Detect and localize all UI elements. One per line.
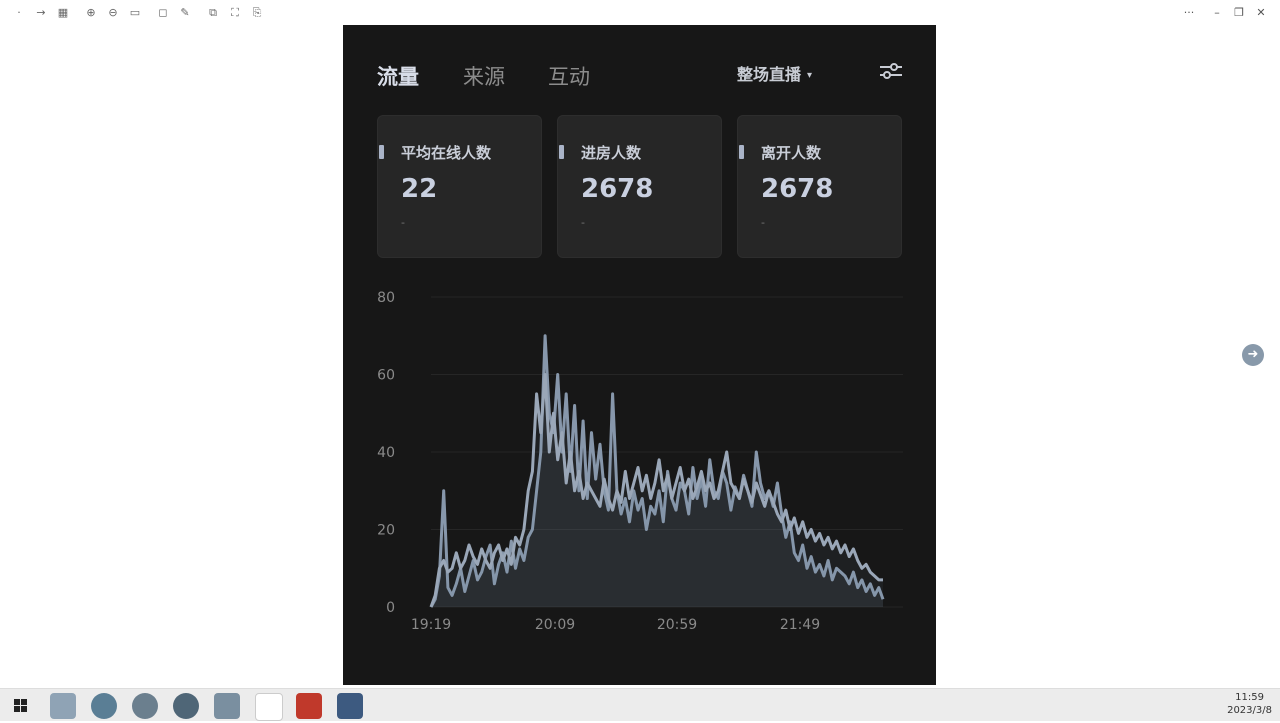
edge-browser-icon[interactable] [91, 693, 117, 719]
crop-icon[interactable]: ◻ [154, 4, 172, 22]
y-tick-label: 60 [377, 368, 395, 384]
stat-card-left: 离开人数 2678 - [737, 115, 902, 258]
card-accent-bar [379, 145, 384, 159]
system-clock[interactable]: 11:59 2023/3/8 [1227, 691, 1272, 717]
y-tick-label: 20 [377, 523, 395, 539]
card-accent-bar [559, 145, 564, 159]
stat-card-entered: 进房人数 2678 - [557, 115, 722, 258]
y-tick-label: 0 [386, 600, 395, 616]
x-tick-label: 21:49 [780, 617, 820, 633]
taskbar: 11:59 2023/3/8 [0, 688, 1280, 721]
card-label: 平均在线人数 [401, 144, 492, 162]
save-icon[interactable]: ⎘ [248, 4, 266, 22]
chevron-down-icon: ▾ [807, 70, 813, 81]
more-icon[interactable]: ··· [1178, 4, 1200, 22]
minimize-icon[interactable]: – [1206, 4, 1228, 22]
media-player-icon[interactable] [173, 693, 199, 719]
file-explorer-icon[interactable] [50, 693, 76, 719]
fullscreen-icon[interactable]: ⛶ [226, 4, 244, 22]
clock-time: 11:59 [1235, 692, 1264, 703]
card-sub: - [581, 216, 585, 229]
back-icon[interactable]: · [10, 4, 28, 22]
tab-traffic[interactable]: 流量 [377, 61, 419, 91]
x-tick-label: 20:59 [657, 617, 697, 633]
document-app-icon[interactable] [337, 693, 363, 719]
card-value: 2678 [581, 174, 654, 204]
card-value: 2678 [761, 174, 834, 204]
card-label: 离开人数 [761, 144, 822, 162]
grid-icon[interactable]: ▦ [54, 4, 72, 22]
wps-app-icon[interactable] [296, 693, 322, 719]
chat-app-icon[interactable] [255, 693, 283, 721]
filter-settings-icon[interactable] [879, 61, 903, 81]
card-value: 22 [401, 174, 438, 204]
fit-icon[interactable]: ▭ [126, 4, 144, 22]
stat-card-avg-online: 平均在线人数 22 - [377, 115, 542, 258]
expand-arrow-icon[interactable]: ➜ [1242, 344, 1264, 366]
tab-interaction[interactable]: 互动 [548, 61, 590, 91]
copy-icon[interactable]: ⧉ [204, 4, 222, 22]
y-tick-label: 40 [377, 445, 395, 461]
image-viewer-app-icon[interactable] [214, 693, 240, 719]
tab-source[interactable]: 来源 [463, 61, 505, 91]
zoom-in-icon[interactable]: ⊕ [82, 4, 100, 22]
restore-icon[interactable]: ❐ [1228, 4, 1250, 22]
image-viewer-toolbar: · → ▦ ⊕ ⊖ ▭ ◻ ✎ ⧉ ⛶ ⎘ ··· – ❐ ✕ [0, 0, 1280, 26]
card-sub: - [401, 216, 405, 229]
forward-icon[interactable]: → [32, 4, 50, 22]
x-tick-label: 20:09 [535, 617, 575, 633]
card-sub: - [761, 216, 765, 229]
y-tick-label: 80 [377, 290, 395, 306]
series-area [431, 374, 883, 607]
scope-label: 整场直播 [737, 65, 802, 84]
cloud-app-icon[interactable] [132, 693, 158, 719]
scope-dropdown[interactable]: 整场直播 ▾ [737, 61, 812, 85]
x-tick-label: 19:19 [411, 617, 451, 633]
zoom-out-icon[interactable]: ⊖ [104, 4, 122, 22]
close-icon[interactable]: ✕ [1250, 4, 1272, 22]
windows-start-icon[interactable] [8, 693, 34, 719]
clock-date: 2023/3/8 [1227, 705, 1272, 716]
traffic-line-chart: 0 20 40 60 80 19:19 20:09 20:59 21:49 [377, 290, 903, 633]
edit-icon[interactable]: ✎ [176, 4, 194, 22]
card-accent-bar [739, 145, 744, 159]
card-label: 进房人数 [581, 144, 642, 162]
live-stats-panel: 流量 来源 互动 整场直播 ▾ 平均在线人数 22 - 进房人数 2678 - 离… [343, 25, 936, 685]
